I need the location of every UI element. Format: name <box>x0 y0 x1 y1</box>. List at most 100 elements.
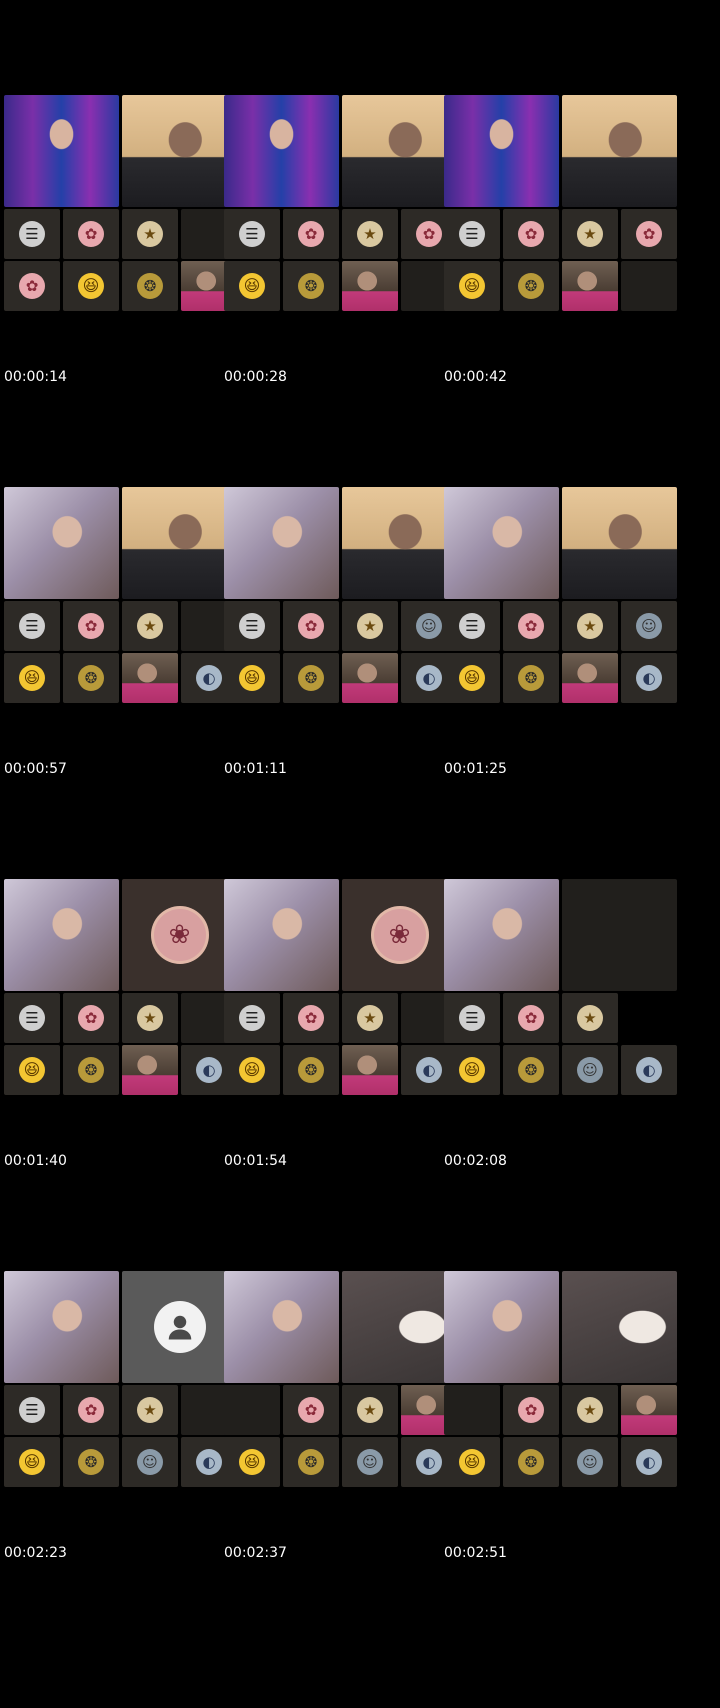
participant-tile[interactable]: ❂ <box>283 1437 339 1487</box>
participant-tile[interactable]: ☰ <box>4 209 60 259</box>
participant-tile[interactable]: 😆 <box>63 261 119 311</box>
participant-tile[interactable]: ❂ <box>503 261 559 311</box>
participant-tile[interactable]: ✿ <box>63 209 119 259</box>
participant-tile[interactable]: ☺ <box>122 1437 178 1487</box>
main-participant-video-right[interactable] <box>342 1271 457 1383</box>
participant-tile[interactable]: ✿ <box>63 993 119 1043</box>
participant-tile[interactable]: ◐ <box>621 1045 677 1095</box>
participant-tile[interactable]: ✿ <box>283 1385 339 1435</box>
participant-tile[interactable]: ☰ <box>224 993 280 1043</box>
participant-video-tile[interactable] <box>562 261 618 311</box>
participant-tile[interactable]: ✿ <box>4 261 60 311</box>
participant-tile[interactable]: ❂ <box>503 1437 559 1487</box>
main-participant-video-right[interactable] <box>122 1271 237 1383</box>
participant-tile[interactable]: ✿ <box>283 601 339 651</box>
participant-video-tile[interactable] <box>562 653 618 703</box>
main-participant-video-right[interactable] <box>342 487 457 599</box>
participant-tile[interactable]: ✿ <box>503 993 559 1043</box>
participant-video-tile[interactable] <box>342 1045 398 1095</box>
participant-tile[interactable]: ★ <box>342 1385 398 1435</box>
main-participant-video-left[interactable] <box>224 1271 339 1383</box>
main-participant-video-right[interactable] <box>562 487 677 599</box>
participant-tile[interactable]: ❂ <box>63 1045 119 1095</box>
participant-tile[interactable] <box>621 261 677 311</box>
participant-tile[interactable]: ★ <box>562 601 618 651</box>
participant-tile[interactable]: ☰ <box>224 209 280 259</box>
participant-tile[interactable]: ◐ <box>621 653 677 703</box>
participant-tile[interactable]: ☺ <box>562 1437 618 1487</box>
participant-tile[interactable]: ✿ <box>503 1385 559 1435</box>
main-participant-video-right[interactable] <box>122 487 237 599</box>
participant-tile[interactable]: 😆 <box>444 653 500 703</box>
participant-tile[interactable]: ☰ <box>444 993 500 1043</box>
main-participant-video-left[interactable] <box>224 879 339 991</box>
participant-tile[interactable]: 😆 <box>4 1437 60 1487</box>
participant-tile[interactable]: ☰ <box>4 993 60 1043</box>
participant-tile[interactable]: 😆 <box>224 653 280 703</box>
main-participant-video-left[interactable] <box>4 1271 119 1383</box>
participant-video-tile[interactable] <box>122 653 178 703</box>
participant-tile[interactable]: ❂ <box>283 261 339 311</box>
participant-tile[interactable]: ✿ <box>503 601 559 651</box>
participant-video-tile[interactable] <box>621 1385 677 1435</box>
participant-tile[interactable]: ★ <box>122 993 178 1043</box>
participant-tile[interactable]: ❂ <box>503 653 559 703</box>
participant-video-tile[interactable] <box>342 261 398 311</box>
participant-tile[interactable]: ★ <box>342 601 398 651</box>
participant-tile[interactable]: ★ <box>122 209 178 259</box>
participant-tile[interactable]: ☺ <box>621 601 677 651</box>
participant-tile[interactable]: ☰ <box>444 601 500 651</box>
participant-tile[interactable]: 😆 <box>224 1045 280 1095</box>
main-participant-video-right[interactable] <box>562 1271 677 1383</box>
participant-tile[interactable]: 😆 <box>224 261 280 311</box>
participant-tile[interactable]: ❂ <box>63 653 119 703</box>
main-participant-video-left[interactable] <box>4 879 119 991</box>
participant-tile[interactable]: 😆 <box>224 1437 280 1487</box>
main-participant-video-left[interactable] <box>444 879 559 991</box>
participant-tile[interactable]: ★ <box>122 601 178 651</box>
participant-tile[interactable]: ✿ <box>503 209 559 259</box>
main-participant-video-left[interactable] <box>444 1271 559 1383</box>
participant-tile[interactable]: ◐ <box>621 1437 677 1487</box>
participant-tile[interactable]: ★ <box>562 1385 618 1435</box>
participant-tile[interactable]: ★ <box>562 209 618 259</box>
participant-tile[interactable]: 😆 <box>444 1045 500 1095</box>
participant-tile[interactable]: ❂ <box>122 261 178 311</box>
main-participant-video-left[interactable] <box>224 95 339 207</box>
participant-tile[interactable]: 😆 <box>444 1437 500 1487</box>
participant-tile[interactable]: ☺ <box>342 1437 398 1487</box>
participant-video-tile[interactable] <box>342 653 398 703</box>
main-participant-video-right[interactable]: ❀ <box>342 879 457 991</box>
participant-tile[interactable]: ❂ <box>283 1045 339 1095</box>
main-participant-video-right[interactable] <box>342 95 457 207</box>
participant-tile[interactable]: ❂ <box>283 653 339 703</box>
participant-tile[interactable]: 😆 <box>4 653 60 703</box>
main-participant-video-right[interactable] <box>562 95 677 207</box>
participant-tile[interactable]: ✿ <box>63 601 119 651</box>
participant-tile[interactable]: ✿ <box>283 209 339 259</box>
main-participant-video-left[interactable] <box>4 95 119 207</box>
participant-tile[interactable]: 😆 <box>4 1045 60 1095</box>
participant-tile[interactable]: ❂ <box>503 1045 559 1095</box>
participant-tile[interactable]: ☰ <box>4 1385 60 1435</box>
main-participant-video-right[interactable] <box>562 879 677 991</box>
participant-tile[interactable]: ☰ <box>444 209 500 259</box>
participant-tile[interactable]: ✿ <box>283 993 339 1043</box>
participant-tile[interactable] <box>224 1385 280 1435</box>
participant-video-tile[interactable] <box>122 1045 178 1095</box>
participant-tile[interactable]: ☰ <box>4 601 60 651</box>
participant-tile[interactable]: ☰ <box>224 601 280 651</box>
participant-tile[interactable]: ★ <box>342 209 398 259</box>
participant-tile[interactable]: ★ <box>122 1385 178 1435</box>
main-participant-video-right[interactable] <box>122 95 237 207</box>
participant-tile[interactable]: ★ <box>562 993 618 1043</box>
participant-tile[interactable] <box>444 1385 500 1435</box>
main-participant-video-left[interactable] <box>224 487 339 599</box>
participant-tile[interactable]: ☺ <box>562 1045 618 1095</box>
participant-tile[interactable]: 😆 <box>444 261 500 311</box>
main-participant-video-right[interactable]: ❀ <box>122 879 237 991</box>
participant-tile[interactable]: ❂ <box>63 1437 119 1487</box>
main-participant-video-left[interactable] <box>4 487 119 599</box>
participant-tile[interactable]: ★ <box>342 993 398 1043</box>
main-participant-video-left[interactable] <box>444 487 559 599</box>
